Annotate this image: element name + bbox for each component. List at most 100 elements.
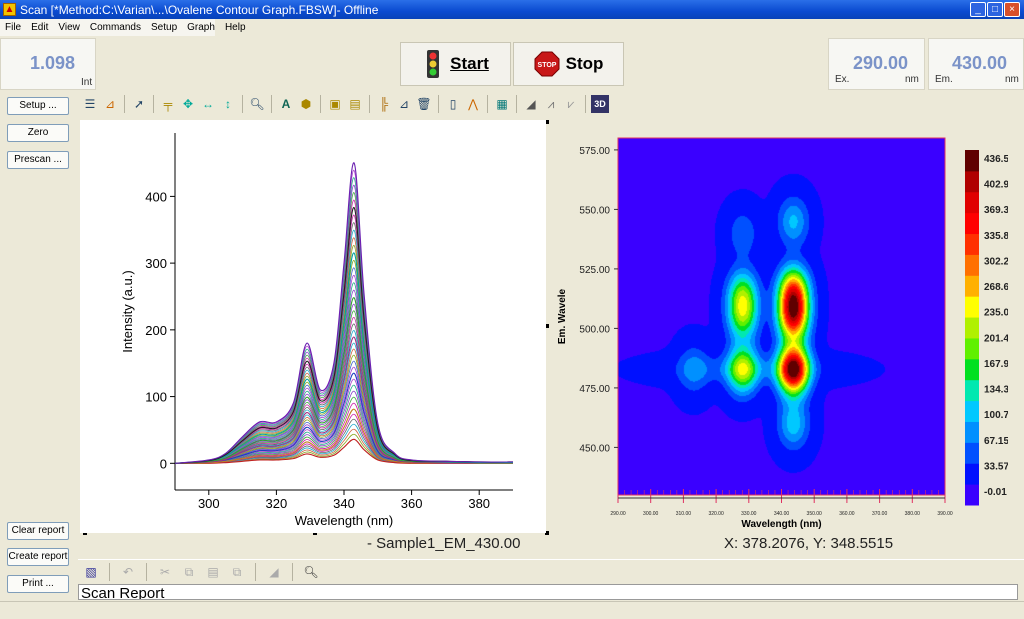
- colorbar-label: 436.56: [984, 154, 1008, 165]
- y-tick-label: 575.00: [579, 146, 610, 157]
- zero-button[interactable]: Zero: [7, 124, 69, 142]
- stop-button[interactable]: STOP Stop: [513, 42, 624, 86]
- menu-setup[interactable]: Setup: [146, 22, 182, 33]
- menu-file[interactable]: File: [0, 22, 26, 33]
- x-tick-label: 390.00: [937, 511, 953, 517]
- colorbar-label: 335.81: [984, 231, 1008, 242]
- trace-info-icon[interactable]: ▯: [444, 95, 462, 113]
- ex-label: Ex.: [835, 74, 850, 85]
- colorbar-label: 33.57: [984, 461, 1008, 472]
- 3d-surface-icon[interactable]: ◢: [522, 95, 540, 113]
- minimize-button[interactable]: _: [970, 2, 986, 17]
- delete-icon[interactable]: 🗑︎: [415, 95, 433, 113]
- print-preview-icon[interactable]: 🔍︎: [302, 563, 320, 581]
- edit-icon[interactable]: ▧: [82, 563, 100, 581]
- y-tick-label: 525.00: [579, 265, 610, 276]
- menu-edit[interactable]: Edit: [26, 22, 53, 33]
- menu-commands[interactable]: Commands: [85, 22, 146, 33]
- intensity-readout: 1.098 Int: [0, 38, 96, 90]
- ex-value: 290.00: [852, 53, 908, 73]
- report-text: Scan Report: [81, 585, 165, 600]
- calculator-icon[interactable]: ▦: [493, 95, 511, 113]
- separator: [438, 95, 439, 113]
- separator: [109, 562, 110, 581]
- text-icon[interactable]: A: [277, 95, 295, 113]
- horizontal-scale-icon[interactable]: ↔: [199, 95, 217, 113]
- spectrum-graph[interactable]: 300 320 340 360 380 0 100 200 300 400 Wavelength (…: [80, 120, 546, 533]
- report-text-area[interactable]: Scan Report: [78, 584, 1018, 600]
- intensity-unit: Int: [81, 77, 93, 88]
- remove-trace-icon[interactable]: ⊿: [395, 95, 413, 113]
- colorbar-label: 167.90: [984, 359, 1008, 370]
- x-tick-label: 340: [333, 496, 355, 511]
- colorbar-swatch: [965, 191, 979, 214]
- close-button[interactable]: ×: [1004, 2, 1020, 17]
- report-toolbar: ▧ ↶ ✂ ⧉ ▤ ⧉ ◢ 🔍︎: [78, 559, 1024, 583]
- spectrum-trace: [174, 384, 514, 464]
- colorbar-label: 134.32: [984, 385, 1008, 396]
- colorbar-swatch: [965, 442, 979, 464]
- paste-special-icon[interactable]: ⧉: [228, 563, 246, 581]
- colorbar-swatch: [965, 254, 979, 276]
- add-trace-icon[interactable]: ╠: [375, 95, 393, 113]
- cut-icon[interactable]: ✂: [156, 563, 174, 581]
- peak-find-icon[interactable]: ⋀: [464, 95, 482, 113]
- create-report-button[interactable]: Create report: [7, 548, 69, 566]
- traffic-light-icon: [427, 50, 440, 78]
- colorbar-swatch: [965, 212, 979, 235]
- paste-icon[interactable]: ▤: [204, 563, 222, 581]
- separator: [585, 95, 586, 113]
- start-button[interactable]: Start: [400, 42, 511, 86]
- y-tick-label: 300: [145, 256, 167, 271]
- copy-icon[interactable]: ⧉: [180, 563, 198, 581]
- smooth-icon[interactable]: ⩘: [542, 95, 560, 113]
- intensity-value: 1.098: [29, 53, 75, 73]
- colorbar-swatch: [965, 170, 979, 193]
- separator: [124, 95, 125, 113]
- colorbar-label: 268.64: [984, 282, 1008, 293]
- menu-view[interactable]: View: [53, 22, 85, 33]
- print-button[interactable]: Print ...: [7, 575, 69, 593]
- app-icon: ▲: [3, 3, 16, 16]
- overlay-icon[interactable]: ☰: [81, 95, 99, 113]
- 3d-view-icon[interactable]: 3D: [591, 95, 609, 113]
- y-tick-label: 500.00: [579, 324, 610, 335]
- colorbar-swatch: [965, 317, 979, 339]
- colorbar-swatch: [965, 337, 979, 360]
- pointer-icon[interactable]: ➚: [130, 95, 148, 113]
- x-tick-label: 340.00: [774, 511, 790, 517]
- colorbar-swatch: [965, 296, 979, 318]
- move-icon[interactable]: ✥: [179, 95, 197, 113]
- zoom-icon[interactable]: 🔍︎: [248, 95, 266, 113]
- font-icon[interactable]: ◢: [265, 563, 283, 581]
- undo-icon[interactable]: ↶: [119, 563, 137, 581]
- x-tick-label: 320: [266, 496, 288, 511]
- em-label: Em.: [935, 74, 953, 85]
- stop-sign-icon: STOP: [534, 51, 560, 77]
- menu-graph[interactable]: Graph: [182, 22, 220, 33]
- label-peaks-icon[interactable]: ⬢: [297, 95, 315, 113]
- x-tick-label: 350.00: [807, 511, 823, 517]
- derivative-icon[interactable]: ⩗: [562, 95, 580, 113]
- autoscale-y-icon[interactable]: ▤: [346, 95, 364, 113]
- setup-button[interactable]: Setup ...: [7, 97, 69, 115]
- colorbar-label: 201.48: [984, 333, 1008, 344]
- separator: [369, 95, 370, 113]
- contour-graph[interactable]: 450.00 475.00 500.00 525.00 550.00 575.00 290.…: [551, 120, 1008, 533]
- vertical-scale-icon[interactable]: ↕: [219, 95, 237, 113]
- graph-preferences-icon[interactable]: ⊿: [101, 95, 119, 113]
- colorbar-label: 67.15: [984, 436, 1008, 447]
- x-tick-label: 330.00: [741, 511, 757, 517]
- spectrum-chart: 300 320 340 360 380 0 100 200 300 400 Wavelength (…: [120, 133, 514, 528]
- maximize-button[interactable]: □: [987, 2, 1003, 17]
- menu-help[interactable]: Help: [220, 22, 251, 33]
- y-tick-label: 0: [160, 456, 167, 471]
- prescan-button[interactable]: Prescan ...: [7, 151, 69, 169]
- clear-report-button[interactable]: Clear report: [7, 522, 69, 540]
- autoscale-icon[interactable]: ▣: [326, 95, 344, 113]
- y-tick-label: 100: [145, 390, 167, 405]
- colorbar-label: 100.73: [984, 410, 1008, 421]
- colorbar-swatch: [965, 400, 979, 422]
- colorbar-swatch: [965, 379, 979, 402]
- cursor-icon[interactable]: ╤: [159, 95, 177, 113]
